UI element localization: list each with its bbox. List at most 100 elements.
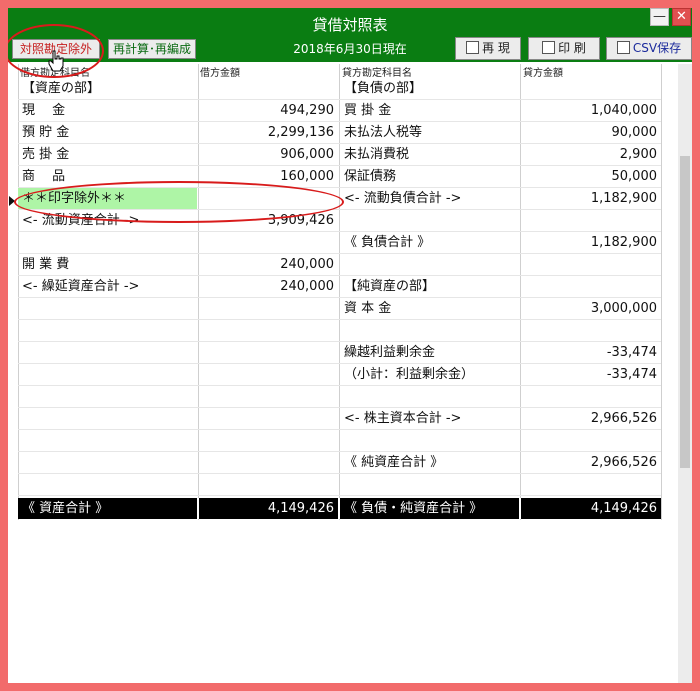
- debit-account-cell: [18, 320, 197, 341]
- header-credit-account: 貸方勘定科目名: [342, 68, 412, 79]
- column-divider: [661, 64, 662, 520]
- window-title: 貸借対照表: [312, 16, 388, 34]
- table-row[interactable]: （小計：利益剰余金） -33,474: [18, 364, 661, 386]
- print-button[interactable]: 印 刷: [528, 37, 600, 60]
- credit-amount-cell: 90,000: [611, 125, 658, 140]
- credit-amount-cell: 1,182,900: [590, 191, 657, 206]
- document-icon: [466, 41, 480, 54]
- debit-amount-cell: [198, 386, 338, 407]
- credit-account-cell: <- 流動負債合計 ->: [344, 191, 462, 206]
- table-row[interactable]: 【資産の部】 【負債の部】: [18, 78, 661, 100]
- credit-account-cell: [340, 474, 520, 495]
- credit-account-cell: 《 純資産合計 》: [344, 455, 444, 470]
- credit-amount-cell: [521, 78, 661, 99]
- debit-account-cell: [18, 342, 197, 363]
- credit-account-cell: [340, 254, 520, 275]
- liabilities-equity-total-amount: 4,149,426: [590, 501, 657, 516]
- table-row[interactable]: 資 本 金 3,000,000: [18, 298, 661, 320]
- debit-amount-cell: [198, 430, 338, 451]
- debit-account-cell: [18, 232, 197, 253]
- table-row[interactable]: 売 掛 金 906,000 未払消費税 2,900: [18, 144, 661, 166]
- balance-sheet-grid: 【資産の部】 【負債の部】 現 金 494,290 買 掛 金 1,040,000 預 …: [18, 78, 661, 496]
- scrollbar-thumb[interactable]: [680, 156, 690, 468]
- balance-sheet-window: 貸借対照表 2018年6月30日現在 — ✕ 対照勘定除外 再計算･再編成 再 …: [8, 8, 692, 683]
- table-row[interactable]: 開 業 費 240,000: [18, 254, 661, 276]
- debit-amount-cell: [198, 408, 338, 429]
- credit-amount-cell: 1,040,000: [590, 103, 657, 118]
- debit-amount-cell: [198, 364, 338, 385]
- grand-total-row: 《 資産合計 》 4,149,426 《 負債・純資産合計 》 4,149,42…: [18, 498, 661, 519]
- save-icon: [616, 41, 630, 54]
- credit-amount-cell: [521, 210, 661, 231]
- debit-account-cell: 預 貯 金: [22, 125, 70, 140]
- credit-account-cell: 【負債の部】: [344, 81, 423, 96]
- debit-account-cell: [18, 364, 197, 385]
- print-label: 印 刷: [558, 41, 586, 55]
- debit-account-cell: 売 掛 金: [22, 147, 70, 162]
- debit-amount-cell: [198, 452, 338, 473]
- table-row[interactable]: 《 純資産合計 》 2,966,526: [18, 452, 661, 474]
- credit-amount-cell: 50,000: [611, 169, 658, 184]
- annotation-circle: [14, 181, 344, 223]
- debit-account-cell: [18, 298, 197, 319]
- debit-amount-cell: 240,000: [280, 279, 334, 294]
- reproduce-label: 再 現: [482, 41, 510, 55]
- table-row[interactable]: [18, 386, 661, 408]
- credit-amount-cell: 3,000,000: [590, 301, 657, 316]
- credit-account-cell: [340, 430, 520, 451]
- debit-account-cell: 開 業 費: [22, 257, 70, 272]
- debit-amount-cell: [198, 320, 338, 341]
- table-row[interactable]: 預 貯 金 2,299,136 未払法人税等 90,000: [18, 122, 661, 144]
- table-row[interactable]: [18, 474, 661, 496]
- table-row[interactable]: [18, 430, 661, 452]
- reproduce-button[interactable]: 再 現: [455, 37, 521, 60]
- credit-account-cell: 【純資産の部】: [344, 279, 436, 294]
- debit-account-cell: [18, 386, 197, 407]
- credit-amount-cell: 1,182,900: [590, 235, 657, 250]
- debit-account-cell: [18, 408, 197, 429]
- csv-save-button[interactable]: CSV保存: [606, 37, 692, 60]
- credit-account-cell: [340, 320, 520, 341]
- credit-amount-cell: [521, 430, 661, 451]
- debit-amount-cell: 2,299,136: [267, 125, 334, 140]
- debit-account-cell: [18, 474, 197, 495]
- recalculate-button[interactable]: 再計算･再編成: [108, 39, 196, 59]
- debit-amount-cell: 240,000: [280, 257, 334, 272]
- debit-account-cell: 【資産の部】: [22, 81, 101, 96]
- credit-account-cell: [340, 386, 520, 407]
- minimize-button[interactable]: —: [650, 8, 669, 26]
- credit-account-cell: 保証債務: [344, 169, 397, 184]
- debit-amount-cell: [198, 342, 338, 363]
- table-row[interactable]: <- 株主資本合計 -> 2,966,526: [18, 408, 661, 430]
- credit-amount-cell: [521, 320, 661, 341]
- credit-account-cell: <- 株主資本合計 ->: [344, 411, 462, 426]
- credit-account-cell: 未払法人税等: [344, 125, 423, 140]
- liabilities-equity-total-label: 《 負債・純資産合計 》: [344, 501, 483, 516]
- debit-amount-cell: [198, 78, 338, 99]
- table-row[interactable]: 《 負債合計 》 1,182,900: [18, 232, 661, 254]
- debit-account-cell: [18, 430, 197, 451]
- header-debit-amount: 借方金額: [200, 68, 240, 79]
- credit-amount-cell: 2,966,526: [590, 411, 657, 426]
- debit-account-cell: [18, 452, 197, 473]
- debit-amount-cell: 494,290: [280, 103, 334, 118]
- credit-account-cell: 買 掛 金: [344, 103, 392, 118]
- credit-amount-cell: [521, 474, 661, 495]
- table-row[interactable]: <- 繰延資産合計 -> 240,000 【純資産の部】: [18, 276, 661, 298]
- credit-account-cell: （小計：利益剰余金）: [344, 367, 475, 382]
- credit-amount-cell: [521, 276, 661, 297]
- debit-amount-cell: [198, 232, 338, 253]
- table-row[interactable]: 繰越利益剰余金 -33,474: [18, 342, 661, 364]
- assets-total-amount: 4,149,426: [267, 501, 334, 516]
- hand-cursor-icon: [48, 50, 64, 72]
- debit-amount-cell: [198, 474, 338, 495]
- table-row[interactable]: 現 金 494,290 買 掛 金 1,040,000: [18, 100, 661, 122]
- debit-account-cell: 現 金: [22, 103, 66, 118]
- credit-account-cell: 資 本 金: [344, 301, 392, 316]
- table-row[interactable]: [18, 320, 661, 342]
- credit-account-cell: 繰越利益剰余金: [344, 345, 436, 360]
- header-credit-amount: 貸方金額: [523, 68, 563, 79]
- close-button[interactable]: ✕: [672, 8, 691, 26]
- credit-account-cell: 未払消費税: [344, 147, 410, 162]
- credit-amount-cell: -33,474: [606, 367, 657, 382]
